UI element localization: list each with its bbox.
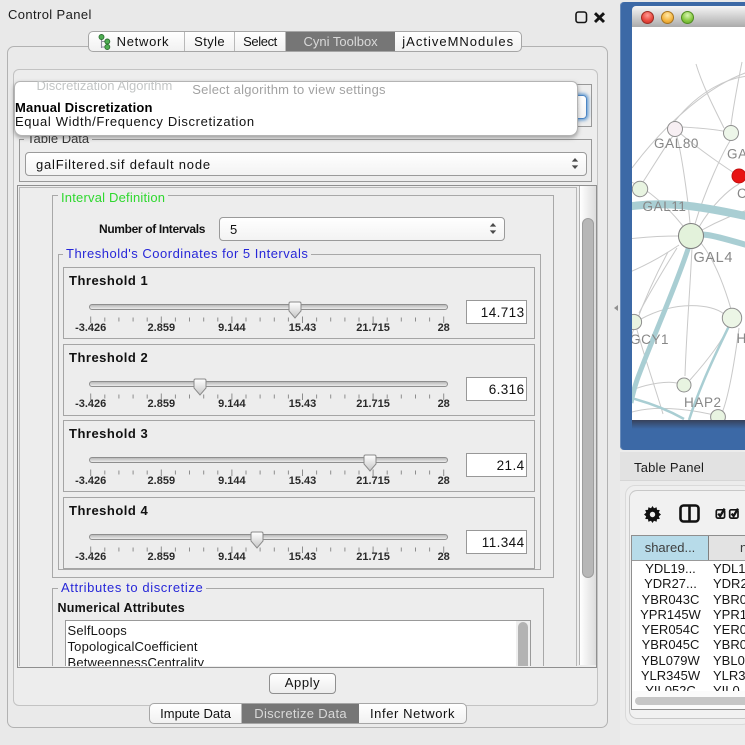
svg-text:HAP2: HAP2 [684, 395, 722, 410]
svg-text:GA: GA [727, 147, 745, 162]
svg-text:HI: HI [737, 331, 745, 346]
svg-text:GAL80: GAL80 [654, 136, 699, 151]
svg-text:GCY1: GCY1 [632, 332, 669, 347]
svg-text:C: C [737, 186, 745, 201]
svg-text:GAL11: GAL11 [643, 199, 687, 214]
svg-text:GAL4: GAL4 [694, 250, 733, 266]
